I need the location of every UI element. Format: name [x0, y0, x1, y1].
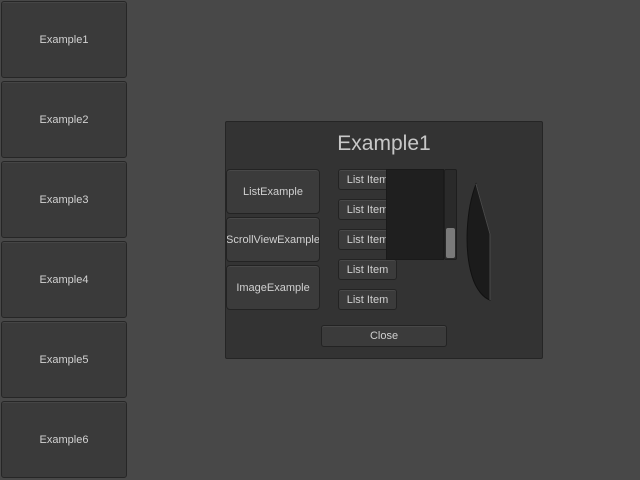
sidebar-item-example2[interactable]: Example2	[1, 81, 127, 158]
list-item[interactable]: List Item	[338, 289, 397, 310]
sidebar-item-label: Example5	[39, 353, 89, 366]
scroll-view-example-button[interactable]: ScrollViewExample	[226, 217, 320, 262]
list-item-label: List Item	[346, 203, 389, 216]
list-item-label: List Item	[346, 293, 389, 306]
sidebar-item-example4[interactable]: Example4	[1, 241, 127, 318]
sidebar-item-example6[interactable]: Example6	[1, 401, 127, 478]
sidebar-item-label: Example6	[39, 433, 89, 446]
close-button[interactable]: Close	[321, 325, 447, 347]
scroll-view-area[interactable]	[386, 169, 444, 260]
button-label: Close	[369, 330, 399, 342]
sidebar-item-label: Example4	[39, 273, 89, 286]
sidebar-item-example3[interactable]: Example3	[1, 161, 127, 238]
list-item[interactable]: List Item	[338, 259, 397, 280]
list-example-button[interactable]: ListExample	[226, 169, 320, 214]
vertical-scrollbar[interactable]	[444, 169, 457, 260]
sidebar-item-label: Example1	[39, 33, 89, 46]
half-disc-image	[466, 182, 491, 301]
dialog-title: Example1	[337, 132, 431, 155]
list-item-label: List Item	[346, 263, 389, 276]
sidebar-item-example5[interactable]: Example5	[1, 321, 127, 398]
button-label: ScrollViewExample	[226, 233, 320, 246]
example-dialog: Example1 ListExample ScrollViewExample I…	[225, 121, 543, 359]
screen: Example1 Example2 Example3 Example4 Exam…	[0, 0, 640, 480]
image-example-button[interactable]: ImageExample	[226, 265, 320, 310]
sidebar-item-label: Example2	[39, 113, 89, 126]
list-item-label: List Item	[346, 233, 389, 246]
button-label: ImageExample	[236, 281, 310, 294]
button-label: ListExample	[243, 185, 303, 198]
sidebar-item-example1[interactable]: Example1	[1, 1, 127, 78]
scrollbar-thumb[interactable]	[446, 228, 455, 258]
list-item-label: List Item	[346, 173, 389, 186]
sidebar-item-label: Example3	[39, 193, 89, 206]
